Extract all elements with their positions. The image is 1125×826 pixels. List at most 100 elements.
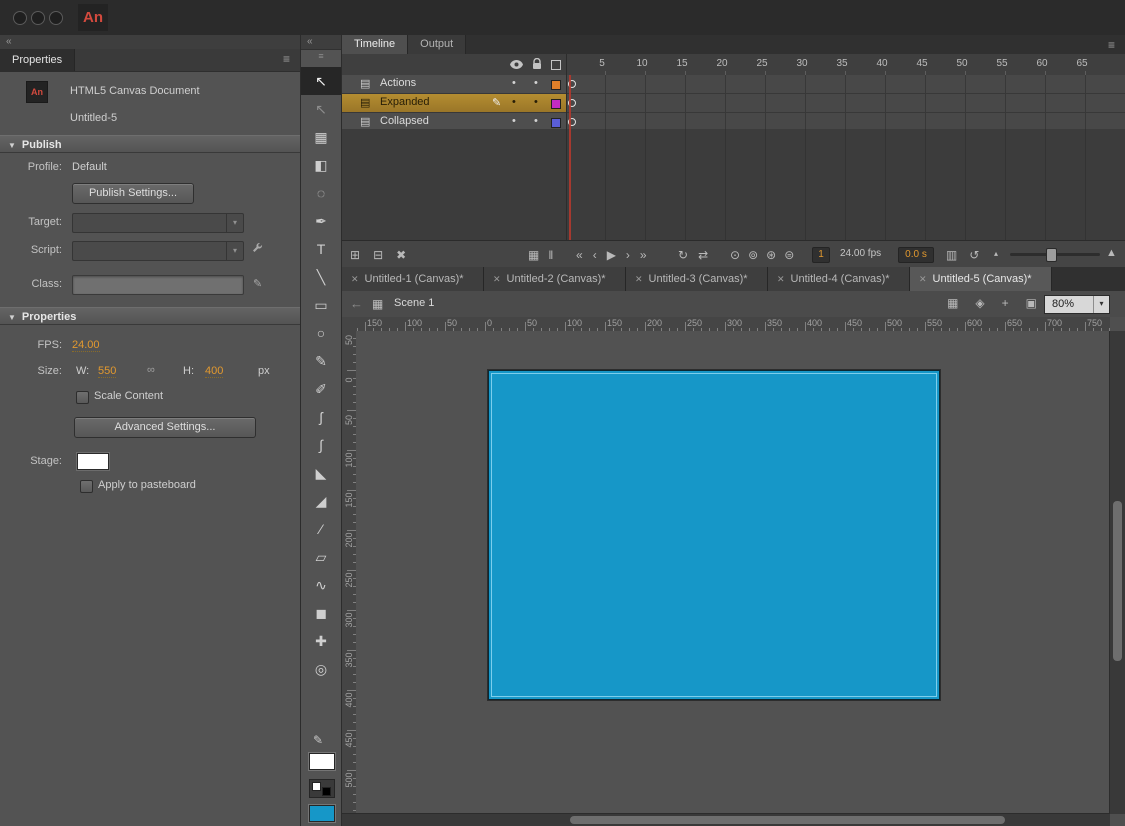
document-tab-2[interactable]: ✕Untitled-2 (Canvas)* xyxy=(484,267,626,291)
window-minimize-button[interactable] xyxy=(31,11,45,25)
new-layer-icon[interactable]: ⊞ xyxy=(350,248,360,262)
layer-label[interactable]: Expanded xyxy=(380,96,430,108)
pen-tool[interactable]: ✒ xyxy=(301,207,341,235)
layer-outline-color-chip[interactable] xyxy=(551,99,561,109)
new-folder-icon[interactable]: ⊟ xyxy=(373,248,383,262)
lasso-tool[interactable]: ◌ xyxy=(301,179,341,207)
dropdown-arrow-icon[interactable]: ▾ xyxy=(226,242,243,260)
script-settings-wrench-icon[interactable] xyxy=(252,242,263,253)
scene-name[interactable]: Scene 1 xyxy=(394,297,434,309)
advanced-settings-button[interactable]: Advanced Settings... xyxy=(74,417,256,438)
scale-content-checkbox[interactable] xyxy=(76,391,89,404)
script-dropdown[interactable]: ▾ xyxy=(72,241,244,261)
window-close-button[interactable] xyxy=(13,11,27,25)
show-hide-all-layers-eye-icon[interactable] xyxy=(510,60,523,69)
layer-lock-dot[interactable]: • xyxy=(534,77,538,89)
document-tab-3[interactable]: ✕Untitled-3 (Canvas)* xyxy=(626,267,768,291)
stage-rectangle[interactable] xyxy=(488,370,940,700)
play-icon[interactable]: ▶ xyxy=(607,248,616,262)
paint-brush-tool[interactable]: ʃ xyxy=(301,403,341,431)
target-dropdown[interactable]: ▾ xyxy=(72,213,244,233)
close-tab-icon[interactable]: ✕ xyxy=(635,274,643,284)
default-colors-icon[interactable] xyxy=(312,782,321,791)
horizontal-scrollbar[interactable] xyxy=(342,813,1110,826)
selection-tool[interactable]: ↖ xyxy=(301,67,341,95)
layer-name-area[interactable]: ▤Expanded✎•• xyxy=(342,94,566,112)
reset-timeline-zoom-icon[interactable]: ↺ xyxy=(969,248,979,262)
layer-frames-strip[interactable] xyxy=(566,94,1125,112)
tab-output[interactable]: Output xyxy=(408,35,466,54)
text-tool[interactable]: T xyxy=(301,235,341,263)
stage-zoom-dropdown[interactable]: 80% ▾ xyxy=(1044,295,1110,314)
playhead-line[interactable] xyxy=(569,75,571,240)
loop-icon[interactable]: ↻ xyxy=(678,248,688,262)
close-tab-icon[interactable]: ✕ xyxy=(919,274,927,284)
publish-settings-button[interactable]: Publish Settings... xyxy=(72,183,194,204)
class-edit-pencil-icon[interactable]: ✎ xyxy=(253,277,262,290)
step-back-icon[interactable]: ‹ xyxy=(593,248,597,262)
frame-view-icon[interactable]: ▥ xyxy=(946,248,957,262)
height-value[interactable]: 400 xyxy=(205,365,223,378)
stage-color-swatch[interactable] xyxy=(77,453,109,470)
free-transform-tool[interactable]: ▦ xyxy=(301,123,341,151)
pencil-tool[interactable]: ✎ xyxy=(301,347,341,375)
brush-tool[interactable]: ✐ xyxy=(301,375,341,403)
loop-playback-icon[interactable]: ▦ xyxy=(528,248,539,262)
layer-outline-color-chip[interactable] xyxy=(551,80,561,90)
bone-tool[interactable]: ∫ xyxy=(301,431,341,459)
link-width-height-icon[interactable]: ∞ xyxy=(147,364,155,376)
properties-section-header[interactable]: ▼Properties xyxy=(0,307,300,325)
horizontal-scrollbar-thumb[interactable] xyxy=(570,816,1005,824)
document-tab-4[interactable]: ✕Untitled-4 (Canvas)* xyxy=(768,267,910,291)
center-stage-icon[interactable]: + xyxy=(1002,296,1009,310)
tab-timeline[interactable]: Timeline xyxy=(342,35,408,54)
stroke-color-swatch[interactable] xyxy=(309,753,335,770)
paint-bucket-tool[interactable]: ◣ xyxy=(301,459,341,487)
swap-colors-icon[interactable] xyxy=(322,787,331,796)
rectangle-tool[interactable]: ▭ xyxy=(301,291,341,319)
go-to-first-frame-icon[interactable]: « xyxy=(576,248,583,262)
default-swap-colors-widget[interactable] xyxy=(309,779,335,798)
modify-markers-icon[interactable]: ⊜ xyxy=(784,248,794,262)
back-arrow-icon[interactable]: ← xyxy=(350,296,363,311)
delete-layer-icon[interactable]: ✖ xyxy=(396,248,406,262)
frame-rate-indicator[interactable]: 24.00 fps xyxy=(840,248,881,259)
fps-value[interactable]: 24.00 xyxy=(72,339,100,352)
timeline-empty-area[interactable] xyxy=(342,129,1125,240)
eyedropper-tool[interactable]: ⁄ xyxy=(301,515,341,543)
layer-visibility-dot[interactable]: • xyxy=(512,96,516,108)
layer-row-actions[interactable]: ▤Actions•• xyxy=(342,75,1125,94)
layer-name-area[interactable]: ▤Actions•• xyxy=(342,75,566,93)
width-value[interactable]: 550 xyxy=(98,365,116,378)
layer-label[interactable]: Collapsed xyxy=(380,115,429,127)
class-input[interactable] xyxy=(72,275,244,295)
layer-row-expanded[interactable]: ▤Expanded✎•• xyxy=(342,94,1125,113)
fill-color-swatch[interactable] xyxy=(309,805,335,822)
hand-tool[interactable]: ✚ xyxy=(301,627,341,655)
panel-menu-icon[interactable]: ≡ xyxy=(283,52,290,66)
document-name[interactable]: Untitled-5 xyxy=(70,112,117,124)
timeline-zoom-in-icon[interactable]: ▲ xyxy=(1106,247,1117,259)
timeline-zoom-out-icon[interactable]: ▴ xyxy=(994,249,998,258)
lock-all-layers-icon[interactable] xyxy=(532,58,542,70)
window-zoom-button[interactable] xyxy=(49,11,63,25)
document-tab-1[interactable]: ✕Untitled-1 (Canvas)* xyxy=(342,267,484,291)
ink-bottle-tool[interactable]: ◢ xyxy=(301,487,341,515)
dropdown-arrow-icon[interactable]: ▾ xyxy=(1093,296,1109,313)
tab-properties[interactable]: Properties xyxy=(0,49,75,71)
apply-to-pasteboard-checkbox[interactable] xyxy=(80,480,93,493)
timeline-menu-icon[interactable]: ≡ xyxy=(1108,38,1115,52)
onion-skin-icon[interactable]: ⊙ xyxy=(730,248,740,262)
step-forward-icon[interactable]: › xyxy=(626,248,630,262)
oval-tool[interactable]: ○ xyxy=(301,319,341,347)
layer-lock-dot[interactable]: • xyxy=(534,115,538,127)
onion-skin-outlines-icon[interactable]: ⊚ xyxy=(748,248,758,262)
zoom-tool[interactable]: ◎ xyxy=(301,655,341,683)
layer-label[interactable]: Actions xyxy=(380,77,416,89)
layer-outline-color-chip[interactable] xyxy=(551,118,561,128)
pasteboard[interactable] xyxy=(356,331,1110,814)
panel-grip-icon[interactable]: ≡ xyxy=(301,51,341,61)
edit-multiple-frames-icon[interactable]: ⊛ xyxy=(766,248,776,262)
layer-visibility-dot[interactable]: • xyxy=(512,115,516,127)
close-tab-icon[interactable]: ✕ xyxy=(493,274,501,284)
